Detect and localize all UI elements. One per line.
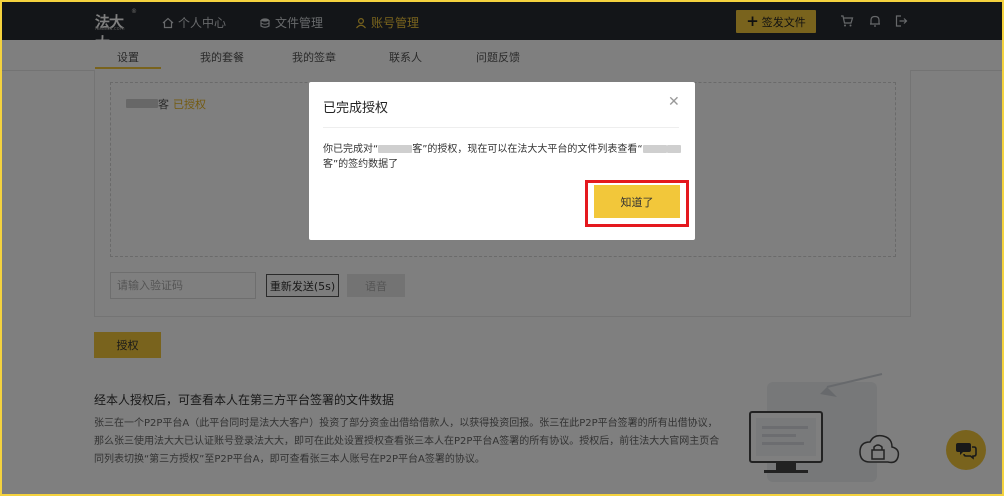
message-part: 你已完成对“ (323, 144, 379, 155)
message-name-suffix: 客 (412, 144, 423, 155)
message-part: ”的签约数据了 (333, 159, 399, 170)
app-window: 法大大 ® fadada.com 个人中心 文件管理 账号管理 + 签发文件 设… (2, 2, 1002, 494)
modal-overlay[interactable] (2, 2, 1002, 494)
dialog-title: 已完成授权 (323, 101, 389, 116)
redacted-name (378, 145, 413, 153)
redacted-name (642, 145, 667, 153)
redacted-name (666, 145, 681, 153)
message-part: ”的授权，现在可以在法大大平台的文件列表查看“ (422, 144, 643, 155)
dialog-divider (323, 127, 679, 128)
got-it-button[interactable]: 知道了 (594, 185, 680, 218)
dialog-message: 你已完成对“ 客”的授权，现在可以在法大大平台的文件列表查看“客”的签约数据了 (323, 142, 683, 172)
close-icon[interactable]: ✕ (668, 94, 680, 110)
message-name-suffix: 客 (323, 159, 333, 170)
authorization-complete-dialog: 已完成授权 ✕ 你已完成对“ 客”的授权，现在可以在法大大平台的文件列表查看“客”… (309, 82, 695, 240)
